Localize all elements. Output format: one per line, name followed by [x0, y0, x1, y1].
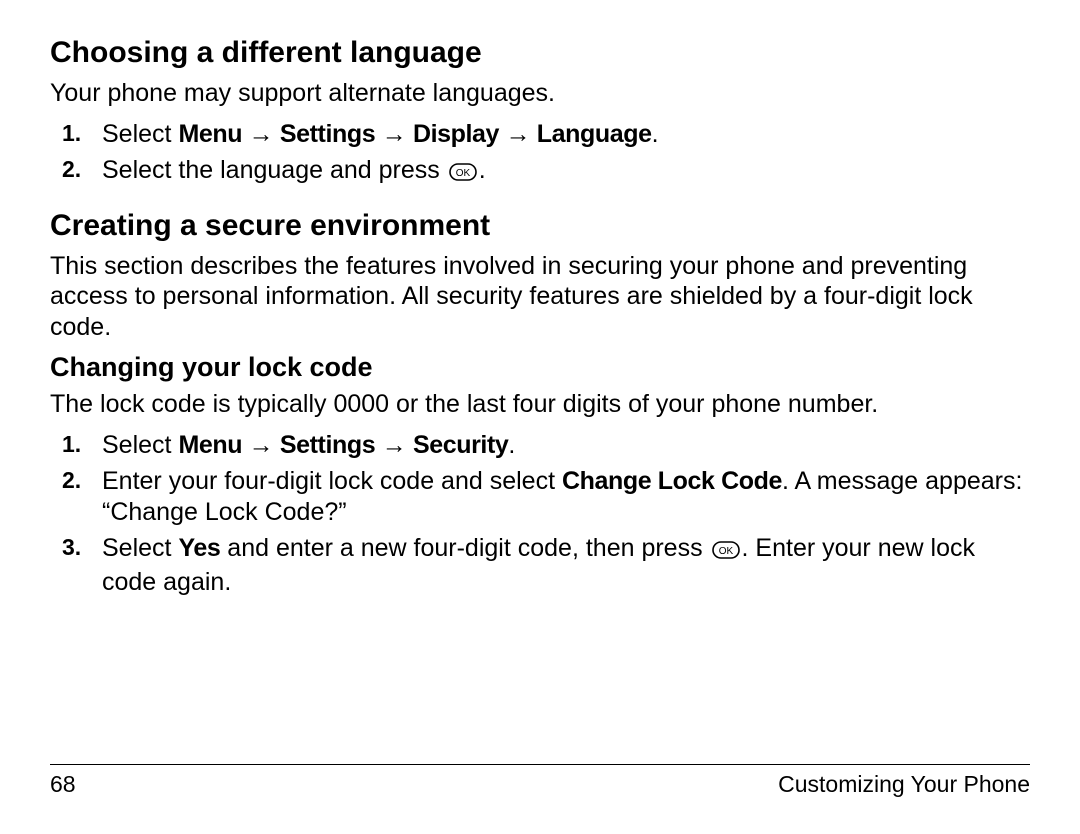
- arrow-icon: →: [375, 120, 413, 148]
- intro-language: Your phone may support alternate languag…: [50, 78, 1030, 109]
- page-footer: 68 Customizing Your Phone: [50, 764, 1030, 798]
- heading-language: Choosing a different language: [50, 36, 1030, 70]
- page-number: 68: [50, 771, 76, 798]
- nav-path-item: Security: [413, 431, 508, 459]
- step-text: Select the language and press: [102, 156, 447, 184]
- step-text: .: [508, 431, 515, 459]
- step-text: Enter your four-digit lock code and sele…: [102, 467, 562, 495]
- list-item: 1. Select Menu → Settings → Display → La…: [50, 119, 1030, 150]
- step-text: Select: [102, 120, 178, 148]
- arrow-icon: →: [375, 431, 413, 459]
- step-text: Select: [102, 534, 178, 562]
- nav-path-item: Menu: [178, 431, 242, 459]
- footer-divider: [50, 764, 1030, 765]
- nav-path-item: Settings: [280, 120, 375, 148]
- step-number: 1.: [62, 119, 81, 147]
- arrow-icon: →: [242, 431, 280, 459]
- section-language: Choosing a different language Your phone…: [50, 36, 1030, 189]
- nav-path-item: Language: [537, 120, 652, 148]
- step-text: .: [479, 156, 486, 184]
- arrow-icon: →: [499, 120, 537, 148]
- footer-row: 68 Customizing Your Phone: [50, 771, 1030, 798]
- nav-path-item: Display: [413, 120, 499, 148]
- step-number: 2.: [62, 466, 81, 494]
- nav-path-item: Menu: [178, 120, 242, 148]
- section-secure-environment: Creating a secure environment This secti…: [50, 209, 1030, 343]
- ok-button-icon: [449, 158, 477, 189]
- ok-button-icon: [712, 536, 740, 567]
- step-number: 1.: [62, 430, 81, 458]
- steps-lock-code: 1. Select Menu → Settings → Security. 2.…: [50, 430, 1030, 598]
- list-item: 2. Select the language and press .: [50, 155, 1030, 189]
- list-item: 3. Select Yes and enter a new four-digit…: [50, 533, 1030, 597]
- bold-term: Yes: [178, 534, 220, 562]
- step-text: Select: [102, 431, 178, 459]
- step-number: 2.: [62, 155, 81, 183]
- section-title: Customizing Your Phone: [778, 771, 1030, 798]
- heading-lock-code: Changing your lock code: [50, 352, 1030, 383]
- list-item: 1. Select Menu → Settings → Security.: [50, 430, 1030, 461]
- intro-secure-environment: This section describes the features invo…: [50, 251, 1030, 343]
- nav-path-item: Settings: [280, 431, 375, 459]
- steps-language: 1. Select Menu → Settings → Display → La…: [50, 119, 1030, 189]
- arrow-icon: →: [242, 120, 280, 148]
- list-item: 2. Enter your four-digit lock code and s…: [50, 466, 1030, 527]
- section-lock-code: Changing your lock code The lock code is…: [50, 352, 1030, 597]
- step-number: 3.: [62, 533, 81, 561]
- heading-secure-environment: Creating a secure environment: [50, 209, 1030, 243]
- step-text: .: [652, 120, 659, 148]
- step-text: and enter a new four-digit code, then pr…: [220, 534, 709, 562]
- intro-lock-code: The lock code is typically 0000 or the l…: [50, 389, 1030, 420]
- bold-term: Change Lock Code: [562, 467, 782, 495]
